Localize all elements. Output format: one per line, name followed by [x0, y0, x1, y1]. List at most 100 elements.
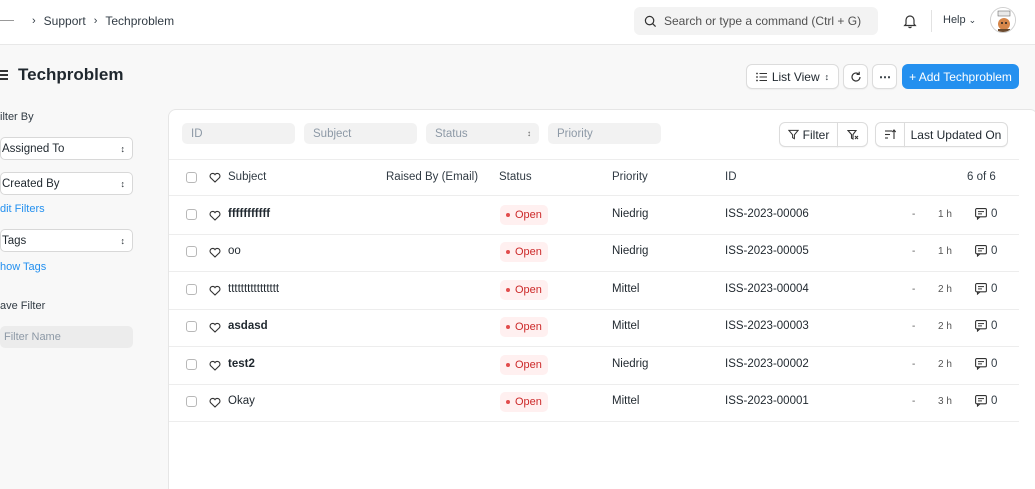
subject-filter-placeholder: Subject — [313, 127, 352, 140]
refresh-icon — [850, 71, 861, 82]
row-comment-count[interactable]: 0 — [975, 283, 997, 295]
status-badge-label: Open — [515, 246, 542, 259]
row-assignee-placeholder: - — [912, 283, 916, 295]
heart-icon[interactable] — [209, 210, 221, 221]
add-techproblem-button[interactable]: + Add Techproblem — [902, 64, 1019, 89]
row-subject[interactable]: asdasd — [228, 320, 268, 332]
comment-count: 0 — [991, 395, 998, 408]
divider — [169, 195, 1019, 196]
status-badge-label: Open — [515, 321, 542, 334]
priority-filter-placeholder: Priority — [557, 127, 593, 140]
user-avatar[interactable] — [990, 7, 1016, 33]
row-assignee-placeholder: - — [912, 358, 916, 370]
row-checkbox[interactable] — [186, 358, 197, 370]
row-comment-count[interactable]: 0 — [975, 395, 998, 408]
status-badge: Open — [500, 204, 548, 225]
filter-button[interactable]: Filter — [779, 122, 838, 147]
status-dot-icon — [506, 250, 510, 255]
comment-count: 0 — [991, 207, 998, 220]
row-priority: Mittel — [612, 395, 640, 408]
row-comment-count[interactable]: 0 — [975, 208, 997, 220]
status-dot-icon — [506, 212, 510, 217]
refresh-button[interactable] — [843, 64, 868, 89]
assigned-to-select[interactable]: Assigned To ↕ — [0, 137, 133, 160]
row-checkbox[interactable] — [186, 396, 197, 408]
search-icon — [644, 15, 657, 27]
funnel-icon — [787, 129, 799, 140]
app-logo[interactable] — [0, 20, 14, 21]
row-checkbox[interactable] — [186, 283, 197, 295]
created-by-select[interactable]: Created By ↕ — [0, 172, 133, 195]
notifications-bell-icon[interactable] — [903, 13, 917, 32]
row-subject[interactable]: fffffffffff — [228, 208, 270, 220]
created-by-label: Created By — [2, 177, 60, 190]
heart-icon[interactable] — [209, 247, 221, 259]
heart-icon[interactable] — [209, 322, 221, 334]
row-modified-time: 1 h — [938, 246, 952, 258]
row-subject[interactable]: tttttttttttttttt — [228, 283, 279, 295]
filter-button-label: Filter — [802, 127, 830, 142]
row-checkbox[interactable] — [186, 246, 197, 258]
row-subject[interactable]: oo — [228, 245, 241, 257]
row-checkbox[interactable] — [186, 208, 197, 220]
help-dropdown[interactable]: Help ⌄ — [943, 14, 976, 26]
status-badge: Open — [500, 242, 548, 263]
status-filter-placeholder: Status — [435, 127, 468, 140]
breadcrumb-techproblem[interactable]: Techproblem — [105, 14, 174, 28]
row-checkbox[interactable] — [186, 321, 197, 333]
comment-count: 0 — [991, 282, 998, 295]
more-actions-button[interactable]: ⋯ — [872, 64, 897, 89]
row-priority: Niedrig — [612, 207, 649, 220]
row-priority: Mittel — [612, 320, 640, 333]
edit-filters-link[interactable]: dit Filters — [0, 203, 45, 215]
subject-filter-input[interactable]: Subject — [304, 123, 417, 144]
header-status[interactable]: Status — [499, 171, 532, 183]
list-view-label: List View — [771, 69, 820, 84]
row-subject[interactable]: Okay — [228, 395, 255, 407]
row-modified-time: 3 h — [938, 396, 952, 408]
row-comment-count[interactable]: 0 — [975, 320, 997, 333]
row-modified-time: 2 h — [938, 358, 952, 370]
divider — [169, 159, 1019, 160]
status-badge-label: Open — [515, 283, 542, 296]
heart-icon[interactable] — [209, 172, 221, 183]
filter-name-input[interactable]: Filter Name — [0, 326, 133, 348]
row-comment-count[interactable]: 0 — [975, 358, 997, 370]
heart-icon[interactable] — [209, 360, 221, 371]
row-id: ISS-2023-00001 — [725, 395, 809, 408]
id-filter-input[interactable]: ID — [182, 123, 295, 144]
select-all-checkbox[interactable] — [186, 172, 197, 183]
clear-filters-button[interactable] — [837, 122, 868, 147]
header-priority[interactable]: Priority — [612, 171, 648, 183]
tags-label: Tags — [2, 234, 27, 247]
row-subject[interactable]: test2 — [228, 358, 255, 370]
row-priority: Niedrig — [612, 357, 649, 370]
search-input[interactable]: Search or type a command (Ctrl + G) — [634, 7, 878, 35]
sort-by-selector[interactable]: Last Updated On — [904, 122, 1008, 147]
tags-select[interactable]: Tags ↕ — [0, 229, 133, 252]
record-count: 6 of 6 — [967, 171, 996, 183]
help-label: Help — [943, 14, 966, 26]
priority-filter-input[interactable]: Priority — [548, 123, 661, 144]
comment-count: 0 — [991, 357, 998, 370]
header-raised-by[interactable]: Raised By (Email) — [386, 171, 478, 183]
row-priority: Niedrig — [612, 245, 649, 258]
search-placeholder: Search or type a command (Ctrl + G) — [664, 14, 862, 28]
sort-direction-button[interactable] — [875, 122, 905, 147]
filter-by-heading: ilter By — [0, 111, 34, 123]
more-dots-icon: ⋯ — [879, 69, 891, 84]
show-tags-link[interactable]: how Tags — [0, 261, 46, 273]
comment-icon — [975, 245, 987, 258]
header-id[interactable]: ID — [725, 171, 737, 183]
sidebar-toggle-icon[interactable] — [0, 70, 10, 82]
status-filter-select[interactable]: Status ↕ — [426, 123, 539, 144]
list-view-selector[interactable]: List View ↕ — [746, 64, 839, 89]
breadcrumb-support[interactable]: Support — [44, 14, 86, 28]
heart-icon[interactable] — [209, 397, 221, 409]
row-comment-count[interactable]: 0 — [975, 245, 997, 258]
header-subject[interactable]: Subject — [228, 171, 266, 183]
heart-icon[interactable] — [209, 285, 221, 296]
page-title: Techproblem — [18, 65, 124, 84]
status-badge: Open — [500, 279, 548, 300]
row-id: ISS-2023-00004 — [725, 282, 809, 295]
